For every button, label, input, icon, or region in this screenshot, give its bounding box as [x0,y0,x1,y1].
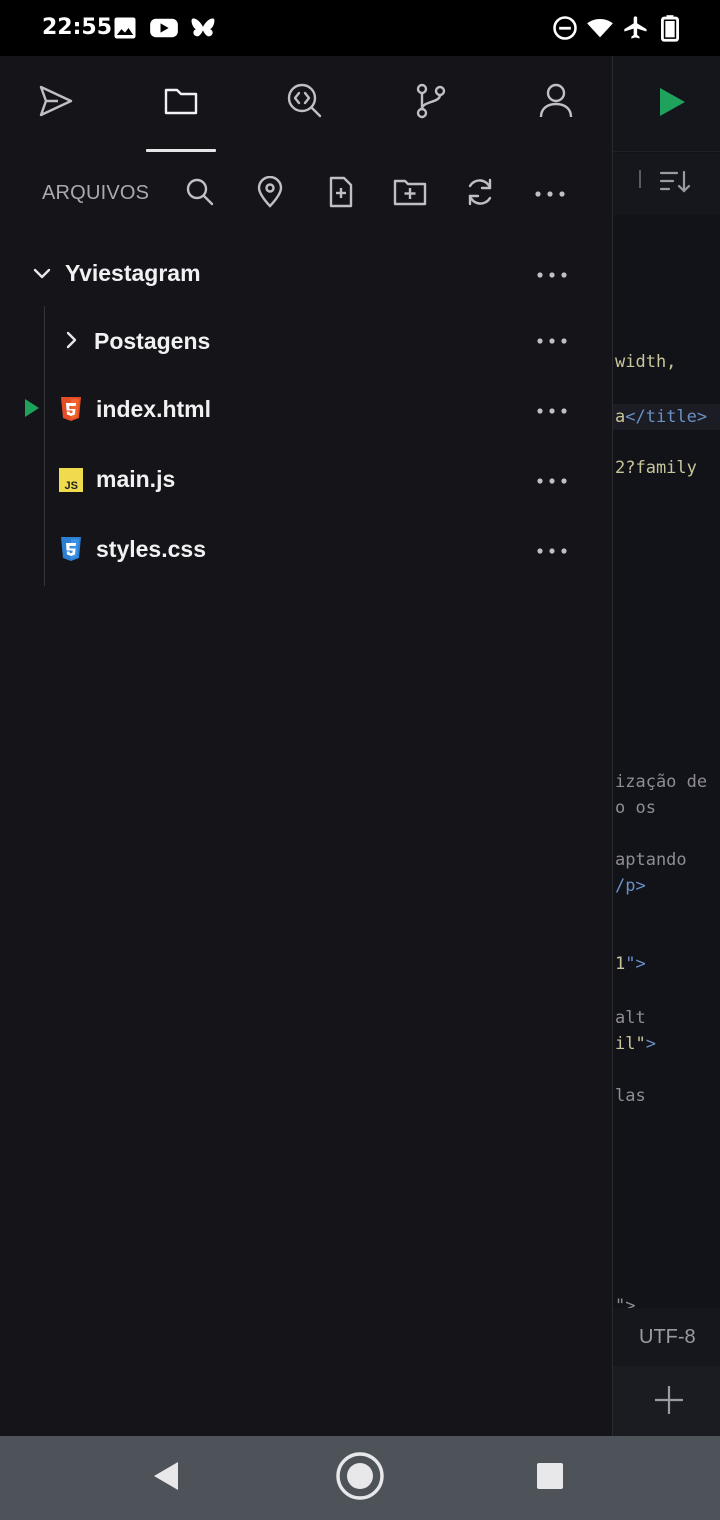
refresh-button[interactable] [458,172,502,216]
home-icon [335,1451,385,1506]
code-line: o os [615,798,656,818]
more-icon[interactable] [530,258,574,292]
folder-icon [163,85,199,122]
encoding-label[interactable]: UTF-8 [639,1326,696,1349]
back-icon [151,1460,181,1497]
section-title: ARQUIVOS [42,182,150,204]
tab-git[interactable] [396,66,466,140]
more-icon[interactable] [530,324,574,358]
code-token: > [645,1034,656,1054]
play-icon[interactable] [657,86,687,123]
tab-code-search[interactable] [270,66,340,140]
new-folder-button[interactable] [388,172,432,216]
location-pin-icon [256,175,284,213]
code-token: o os [615,798,656,818]
code-token: /p> [615,876,646,896]
tree-item-label: index.html [96,396,212,422]
code-token: aptando [615,850,687,870]
tree-root-folder[interactable]: Yviestagram [0,240,613,310]
refresh-icon [464,176,496,213]
back-button[interactable] [138,1450,194,1506]
tab-files[interactable] [146,66,216,140]
tab-account[interactable] [521,66,591,140]
tree-item-label: styles.css [96,536,206,562]
tab-send[interactable] [21,66,91,140]
js-icon: JS [59,468,83,494]
divider [639,170,641,188]
more-button[interactable] [528,172,572,216]
code-token: il" [615,1034,646,1054]
code-search-icon [285,81,325,126]
sort-icon[interactable] [659,169,691,200]
send-icon [36,81,76,126]
tree-item-label: main.js [96,466,176,492]
status-bar: 22:55 [0,0,720,56]
editor-toolbar [613,56,720,152]
more-icon[interactable] [530,464,574,498]
code-token: width, [615,352,677,372]
chevron-down-icon [33,267,51,285]
dnd-icon [551,14,579,42]
battery-icon [658,14,682,42]
file-drawer: ARQUIVOS Yviestagram Postagens index.htm… [0,56,613,1436]
editor-bottom-bar [613,1366,720,1436]
editor-subbar [613,153,720,215]
code-token: ização de [615,772,708,792]
status-time: 22:55 [42,15,113,40]
youtube-icon [149,14,179,42]
code-line: aptando [615,850,687,870]
recents-icon [536,1462,564,1495]
locate-button[interactable] [248,172,292,216]
new-file-icon [327,176,355,213]
tree-item-index-html[interactable]: index.html [0,376,613,446]
system-navbar [0,1436,720,1520]
git-branch-icon [413,82,449,125]
tree-item-main-js[interactable]: JS main.js [0,446,613,516]
recents-button[interactable] [522,1450,578,1506]
code-line: /p> [615,876,646,896]
code-line: ização de [615,772,707,792]
code-token: alt [615,1008,646,1028]
more-icon[interactable] [530,534,574,568]
tree-item-styles-css[interactable]: styles.css [0,516,613,586]
code-token: 2?family [615,458,697,478]
wifi-icon [586,14,614,42]
code-line: 2?family [615,458,697,478]
files-toolbar: ARQUIVOS [0,152,613,236]
css3-icon [59,536,83,562]
code-token: las [615,1086,646,1106]
chevron-right-icon [66,331,78,354]
airplane-icon [622,14,650,42]
more-icon [534,185,566,203]
home-button[interactable] [332,1450,388,1506]
code-line: a</title> [613,404,720,430]
code-line: las [615,1086,646,1106]
tree-item-label: Postagens [94,328,211,354]
more-icon[interactable] [530,394,574,428]
new-folder-icon [393,177,427,212]
tree-root-label: Yviestagram [65,260,201,286]
code-line: 1"> [615,954,646,974]
code-line: il"> [615,1034,656,1054]
tree-item-postagens[interactable]: Postagens [0,306,613,376]
html5-icon [59,396,83,422]
editor-statusbar: UTF-8 [613,1308,720,1366]
code-editor[interactable]: width, a</title> 2?family ização de o os apta… [613,56,720,1436]
plus-icon[interactable] [653,1384,685,1421]
code-token: 1 [615,954,626,974]
play-icon[interactable] [24,398,40,423]
svg-text:JS: JS [65,480,78,492]
butterfly-icon [189,14,217,42]
search-button[interactable] [178,172,222,216]
code-line: alt [615,1008,646,1028]
new-file-button[interactable] [319,172,363,216]
code-token: </title> [625,407,708,427]
code-line: width, [615,352,676,372]
code-token: "> [625,954,646,974]
drawer-tabbar [0,56,613,152]
account-icon [538,82,574,125]
image-icon [111,14,139,42]
code-token: a [615,407,626,427]
search-icon [185,177,215,212]
